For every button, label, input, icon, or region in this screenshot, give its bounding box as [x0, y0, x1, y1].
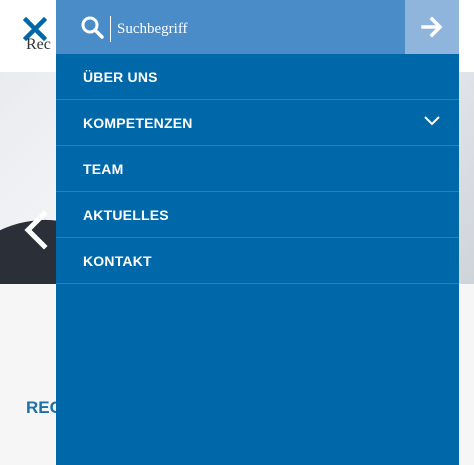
nav-item-label: AKTUELLES	[83, 206, 169, 223]
mobile-menu-panel: ÜBER UNS KOMPETENZEN TEAM AKTUELLES KONT…	[56, 0, 459, 465]
chevron-down-icon[interactable]	[423, 114, 441, 128]
nav-item-team[interactable]: TEAM	[56, 146, 459, 192]
arrow-right-icon	[421, 16, 443, 38]
nav-item-label: ÜBER UNS	[83, 68, 158, 85]
site-logo-text: Rec	[26, 36, 51, 53]
search-input[interactable]	[110, 16, 409, 42]
nav-item-label: KONTAKT	[83, 252, 152, 269]
section-heading: REC AUS	[26, 398, 56, 417]
nav-item-label: KOMPETENZEN	[83, 114, 193, 131]
main-navigation: ÜBER UNS KOMPETENZEN TEAM AKTUELLES KONT…	[56, 54, 459, 284]
nav-item-kontakt[interactable]: KONTAKT	[56, 238, 459, 284]
chevron-left-icon[interactable]	[22, 210, 50, 250]
search-icon	[81, 16, 104, 39]
nav-item-ueber-uns[interactable]: ÜBER UNS	[56, 54, 459, 100]
nav-item-kompetenzen[interactable]: KOMPETENZEN	[56, 100, 459, 146]
nav-item-aktuelles[interactable]: AKTUELLES	[56, 192, 459, 238]
search-submit-button[interactable]	[405, 0, 459, 54]
nav-item-label: TEAM	[83, 160, 124, 177]
search-bar	[56, 0, 459, 54]
